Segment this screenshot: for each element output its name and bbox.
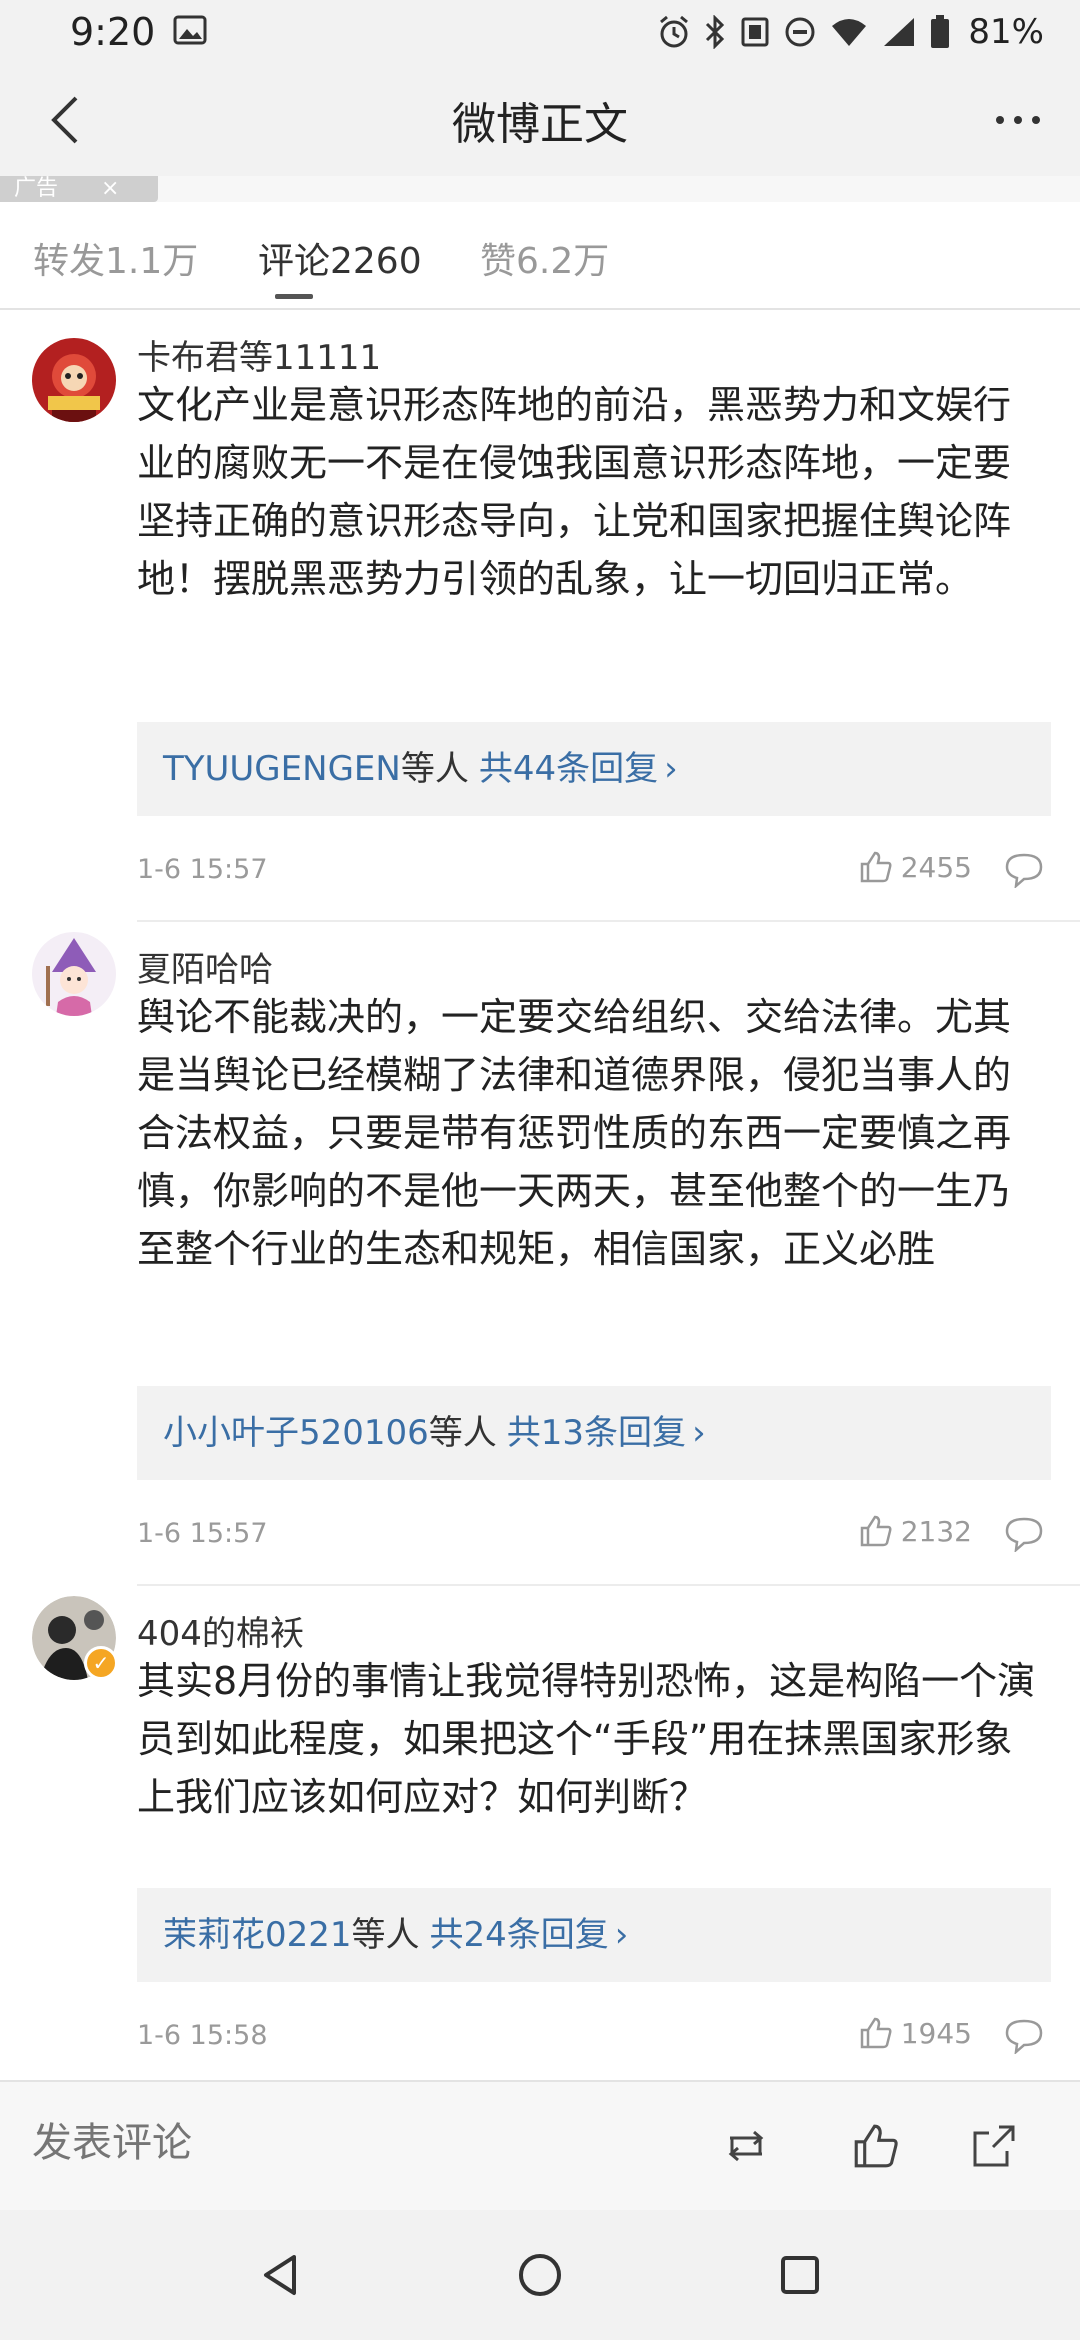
comment-divider [137, 920, 1080, 922]
thumbs-up-icon [860, 1515, 892, 1547]
chevron-right-icon: › [664, 749, 678, 789]
vibrate-icon [740, 16, 770, 48]
top-nav-bar: 微博正文 [0, 64, 1080, 176]
chevron-right-icon: › [614, 1915, 629, 1955]
status-time: 9:20 [70, 10, 156, 54]
system-back-button[interactable] [245, 2240, 315, 2310]
repost-icon [728, 2130, 764, 2162]
status-bar: 9:20 81% [0, 0, 1080, 64]
more-dots-icon [996, 116, 1040, 124]
back-button[interactable] [30, 86, 98, 154]
comment-username[interactable]: 404的棉袄 [137, 1606, 304, 1655]
battery-icon [930, 15, 950, 49]
tab-likes[interactable]: 赞6.2万 [480, 232, 609, 284]
thumbs-up-icon [860, 2017, 892, 2049]
more-options-button[interactable] [982, 86, 1054, 154]
reply-count-link[interactable]: 共44条回复 [479, 749, 658, 789]
thumbs-up-icon [854, 2124, 898, 2168]
comment-list[interactable]: 卡布君等11111 文化产业是意识形态阵地的前沿，黑恶势力和文娱行业的腐败无一不… [0, 310, 1080, 2080]
comment-timestamp: 1-6 15:58 [137, 2020, 268, 2051]
reply-summary[interactable]: 小小叶子520106等人 共13条回复 › [137, 1386, 1051, 1480]
like-count: 2455 [900, 850, 972, 884]
like-button[interactable]: 2132 [859, 1514, 972, 1548]
comment-divider [137, 1584, 1080, 1586]
tab-reposts[interactable]: 转发1.1万 [33, 232, 198, 284]
comment-timestamp: 1-6 15:57 [137, 854, 268, 885]
reply-suffix: 等人 [351, 1915, 420, 1955]
comment-username[interactable]: 卡布君等11111 [137, 330, 381, 379]
reply-suffix: 等人 [428, 1413, 497, 1453]
repost-button[interactable] [716, 2116, 776, 2176]
bottom-action-bar [0, 2080, 1080, 2210]
back-arrow-icon [51, 96, 78, 144]
comment-bubble-icon[interactable] [1004, 852, 1044, 888]
like-count: 2132 [900, 1514, 972, 1548]
cellular-signal-icon [882, 16, 916, 48]
ad-label-chip[interactable]: 广告 × [0, 176, 158, 202]
reply-usernames[interactable]: TYUUGENGEN [163, 749, 401, 789]
comment-timestamp: 1-6 15:57 [137, 1518, 268, 1549]
reply-usernames[interactable]: 小小叶子520106 [163, 1413, 429, 1453]
bluetooth-icon [704, 15, 726, 49]
do-not-disturb-icon [784, 16, 816, 48]
like-count: 1945 [900, 2016, 972, 2050]
circle-home-icon [519, 2254, 561, 2296]
comment-bubble-icon[interactable] [1004, 2018, 1044, 2054]
reply-count-link[interactable]: 共13条回复 [507, 1413, 686, 1453]
thumbs-up-icon [860, 851, 892, 883]
tab-comments[interactable]: 评论2260 [258, 232, 422, 284]
avatar[interactable]: ✓ [32, 1596, 118, 1680]
comment-text: 舆论不能裁决的，一定要交给组织、交给法律。尤其是当舆论已经模糊了法律和道德界限，… [137, 995, 1012, 1271]
system-home-button[interactable] [505, 2240, 575, 2310]
reply-suffix: 等人 [400, 749, 469, 789]
comment-text: 文化产业是意识形态阵地的前沿，黑恶势力和文娱行业的腐败无一不是在侵蚀我国意识形态… [137, 383, 1012, 601]
page-title: 微博正文 [452, 99, 628, 150]
triangle-back-icon [264, 2255, 296, 2295]
avatar[interactable] [32, 338, 116, 422]
square-recents-icon [781, 2256, 819, 2294]
like-post-button[interactable] [846, 2116, 906, 2176]
active-tab-indicator [275, 294, 313, 299]
system-navigation-bar [0, 2210, 1080, 2340]
alarm-icon [658, 15, 690, 49]
ad-close-icon[interactable]: × [101, 176, 119, 201]
avatar[interactable] [32, 932, 116, 1016]
system-recents-button[interactable] [765, 2240, 835, 2310]
reply-summary[interactable]: 茉莉花0221等人 共24条回复 › [137, 1888, 1051, 1982]
chevron-right-icon: › [692, 1413, 706, 1453]
ad-strip: 广告 × [0, 176, 1080, 202]
like-button[interactable]: 1945 [859, 2016, 972, 2050]
verified-badge: ✓ [84, 1646, 118, 1680]
reply-summary[interactable]: TYUUGENGEN等人 共44条回复 › [137, 722, 1051, 816]
share-icon [973, 2125, 1015, 2167]
comment-bubble-icon[interactable] [1004, 1516, 1044, 1552]
gallery-notification-icon [173, 15, 207, 49]
reply-usernames[interactable]: 茉莉花0221 [163, 1915, 352, 1955]
comment-username[interactable]: 夏陌哈哈 [137, 942, 273, 991]
engagement-tab-bar: 转发1.1万 评论2260 赞6.2万 [0, 202, 1080, 310]
compose-comment-input[interactable] [32, 2120, 432, 2166]
wifi-icon [830, 16, 868, 48]
comment-text: 其实8月份的事情让我觉得特别恐怖，这是构陷一个演员到如此程度，如果把这个“手段”… [137, 1659, 1036, 1819]
share-button[interactable] [964, 2116, 1024, 2176]
like-button[interactable]: 2455 [859, 850, 972, 884]
ad-label: 广告 [14, 176, 59, 201]
reply-count-link[interactable]: 共24条回复 [430, 1915, 609, 1955]
battery-percentage: 81% [968, 12, 1044, 52]
